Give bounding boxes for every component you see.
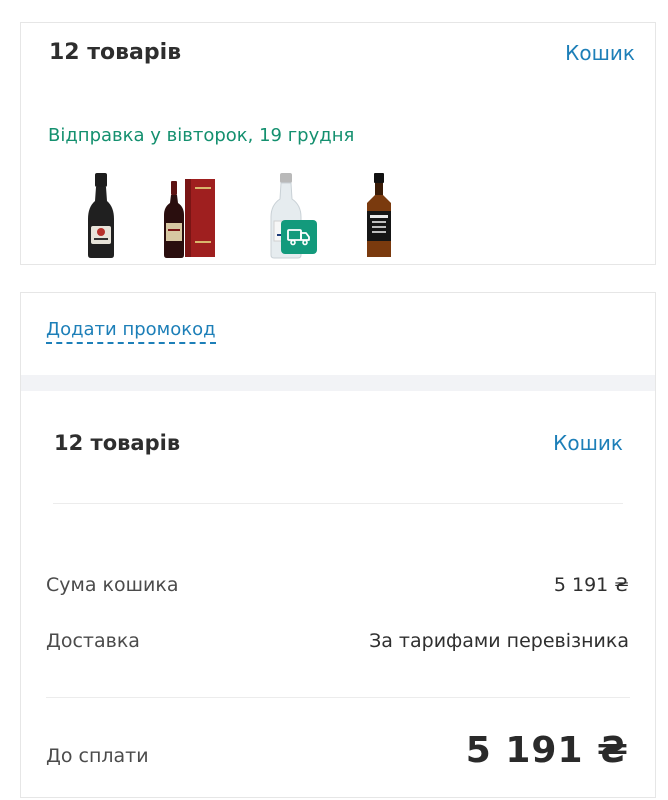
product-thumb-red-wine[interactable]	[161, 171, 221, 259]
total-value: 5 191 ₴	[465, 730, 629, 771]
cart-sum-label: Сума кошика	[46, 574, 179, 596]
truck-icon	[281, 220, 317, 254]
cart-sum-value: 5 191 ₴	[553, 574, 629, 596]
section-divider-band	[21, 375, 655, 391]
divider	[46, 697, 630, 698]
product-thumbnails	[21, 163, 655, 263]
cart-preview-card: 12 товарів Кошик Відправка у вівторок, 1…	[20, 22, 656, 265]
order-summary-card: Додати промокод 12 товарів Кошик Сума ко…	[20, 292, 656, 798]
add-promo-code-link[interactable]: Додати промокод	[46, 319, 216, 344]
cart-link[interactable]: Кошик	[565, 41, 635, 65]
shipping-date-text: Відправка у вівторок, 19 грудня	[48, 125, 355, 146]
product-thumb-sparkling-wine[interactable]	[71, 171, 131, 259]
product-thumb-whiskey[interactable]	[349, 171, 409, 259]
items-count-title: 12 товарів	[49, 40, 182, 65]
delivery-value: За тарифами перевізника	[369, 630, 629, 652]
summary-items-count: 12 товарів	[54, 431, 181, 455]
summary-cart-link[interactable]: Кошик	[553, 431, 623, 455]
divider	[53, 503, 623, 504]
total-label: До сплати	[46, 745, 149, 767]
delivery-label: Доставка	[46, 630, 140, 652]
